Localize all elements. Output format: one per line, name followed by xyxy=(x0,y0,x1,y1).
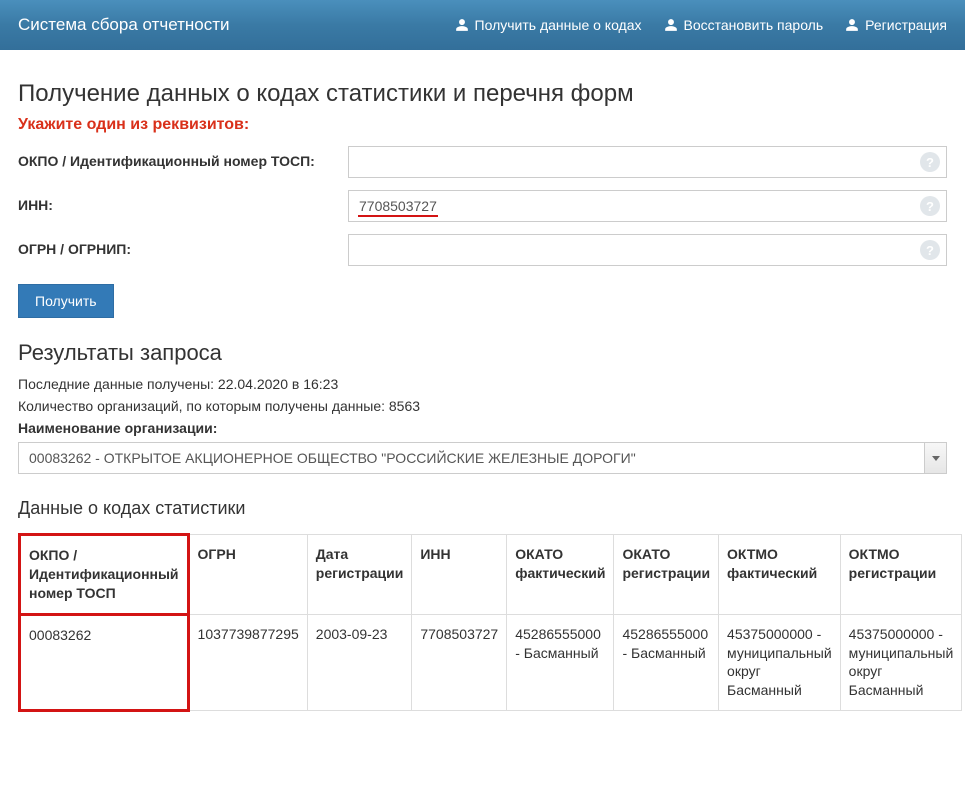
results-heading: Результаты запроса xyxy=(18,340,947,366)
th-oktmo-fact: ОКТМО фактический xyxy=(719,535,841,615)
th-oktmo-reg: ОКТМО регистрации xyxy=(840,535,962,615)
table-row: 00083262 1037739877295 2003-09-23 770850… xyxy=(20,614,962,711)
chevron-down-icon xyxy=(924,443,946,473)
td-okato-reg: 45286555000 - Басманный xyxy=(614,614,719,711)
ogrn-input[interactable] xyxy=(348,234,947,266)
nav-link-label: Получить данные о кодах xyxy=(475,17,642,33)
form-row-inn: ИНН: ? xyxy=(18,190,947,222)
td-oktmo-fact: 45375000000 - муниципальный округ Басман… xyxy=(719,614,841,711)
org-name-label: Наименование организации: xyxy=(18,420,217,436)
th-okpo: ОКПО / Идентификационный номер ТОСП xyxy=(20,535,189,615)
user-icon xyxy=(664,18,678,32)
td-inn: 7708503727 xyxy=(412,614,507,711)
inn-input-wrap: ? xyxy=(348,190,947,222)
page-title: Получение данных о кодах статистики и пе… xyxy=(18,80,947,108)
td-okato-fact: 45286555000 - Басманный xyxy=(507,614,614,711)
inn-underline-annotation xyxy=(358,215,438,217)
form-row-okpo: ОКПО / Идентификационный номер ТОСП: ? xyxy=(18,146,947,178)
user-icon xyxy=(845,18,859,32)
help-icon[interactable]: ? xyxy=(920,152,940,172)
inn-label: ИНН: xyxy=(18,190,348,215)
th-okato-reg: ОКАТО регистрации xyxy=(614,535,719,615)
nav-link-label: Регистрация xyxy=(865,17,947,33)
td-ogrn: 1037739877295 xyxy=(188,614,307,711)
codes-heading: Данные о кодах статистики xyxy=(18,498,947,519)
help-icon[interactable]: ? xyxy=(920,196,940,216)
okpo-input[interactable] xyxy=(348,146,947,178)
nav-link-get-codes[interactable]: Получить данные о кодах xyxy=(455,17,642,33)
td-oktmo-reg: 45375000000 - муниципальный округ Басман… xyxy=(840,614,962,711)
page-subtitle: Укажите один из реквизитов: xyxy=(18,116,947,134)
org-count-line: Количество организаций, по которым получ… xyxy=(18,398,947,414)
submit-button[interactable]: Получить xyxy=(18,284,114,318)
org-select-value: 00083262 - ОТКРЫТОЕ АКЦИОНЕРНОЕ ОБЩЕСТВО… xyxy=(18,442,947,474)
user-icon xyxy=(455,18,469,32)
main-container: Получение данных о кодах статистики и пе… xyxy=(0,50,965,730)
td-regdate: 2003-09-23 xyxy=(307,614,412,711)
nav-link-register[interactable]: Регистрация xyxy=(845,17,947,33)
td-okpo: 00083262 xyxy=(20,614,189,711)
org-select[interactable]: 00083262 - ОТКРЫТОЕ АКЦИОНЕРНОЕ ОБЩЕСТВО… xyxy=(18,442,947,474)
th-regdate: Дата регистрации xyxy=(307,535,412,615)
nav-link-label: Восстановить пароль xyxy=(684,17,824,33)
ogrn-input-wrap: ? xyxy=(348,234,947,266)
table-header-row: ОКПО / Идентификационный номер ТОСП ОГРН… xyxy=(20,535,962,615)
navbar-brand: Система сбора отчетности xyxy=(18,15,230,35)
help-icon[interactable]: ? xyxy=(920,240,940,260)
inn-input[interactable] xyxy=(348,190,947,222)
nav-link-recover-password[interactable]: Восстановить пароль xyxy=(664,17,824,33)
navbar-links: Получить данные о кодах Восстановить пар… xyxy=(455,17,947,33)
th-okato-fact: ОКАТО фактический xyxy=(507,535,614,615)
form-row-ogrn: ОГРН / ОГРНИП: ? xyxy=(18,234,947,266)
okpo-label: ОКПО / Идентификационный номер ТОСП: xyxy=(18,146,348,171)
codes-table: ОКПО / Идентификационный номер ТОСП ОГРН… xyxy=(18,533,962,712)
th-ogrn: ОГРН xyxy=(188,535,307,615)
th-inn: ИНН xyxy=(412,535,507,615)
last-data-line: Последние данные получены: 22.04.2020 в … xyxy=(18,376,947,392)
ogrn-label: ОГРН / ОГРНИП: xyxy=(18,234,348,259)
okpo-input-wrap: ? xyxy=(348,146,947,178)
navbar: Система сбора отчетности Получить данные… xyxy=(0,0,965,50)
